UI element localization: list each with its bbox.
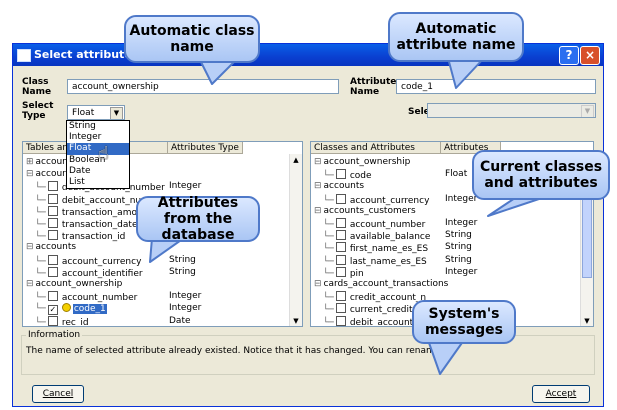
attribute-name-pointer [447,57,485,89]
class-name-pointer [199,59,237,85]
callout-current: Current classes and attributes [472,150,610,200]
callout-pointers [149,57,549,375]
callout-messages: System's messages [412,300,516,344]
callout-database: Attributes from the database [136,195,260,243]
callout-class-name: Automatic class name [124,15,260,63]
callout-attribute-name: Automatic attribute name [388,12,524,62]
messages-pointer [427,339,465,375]
